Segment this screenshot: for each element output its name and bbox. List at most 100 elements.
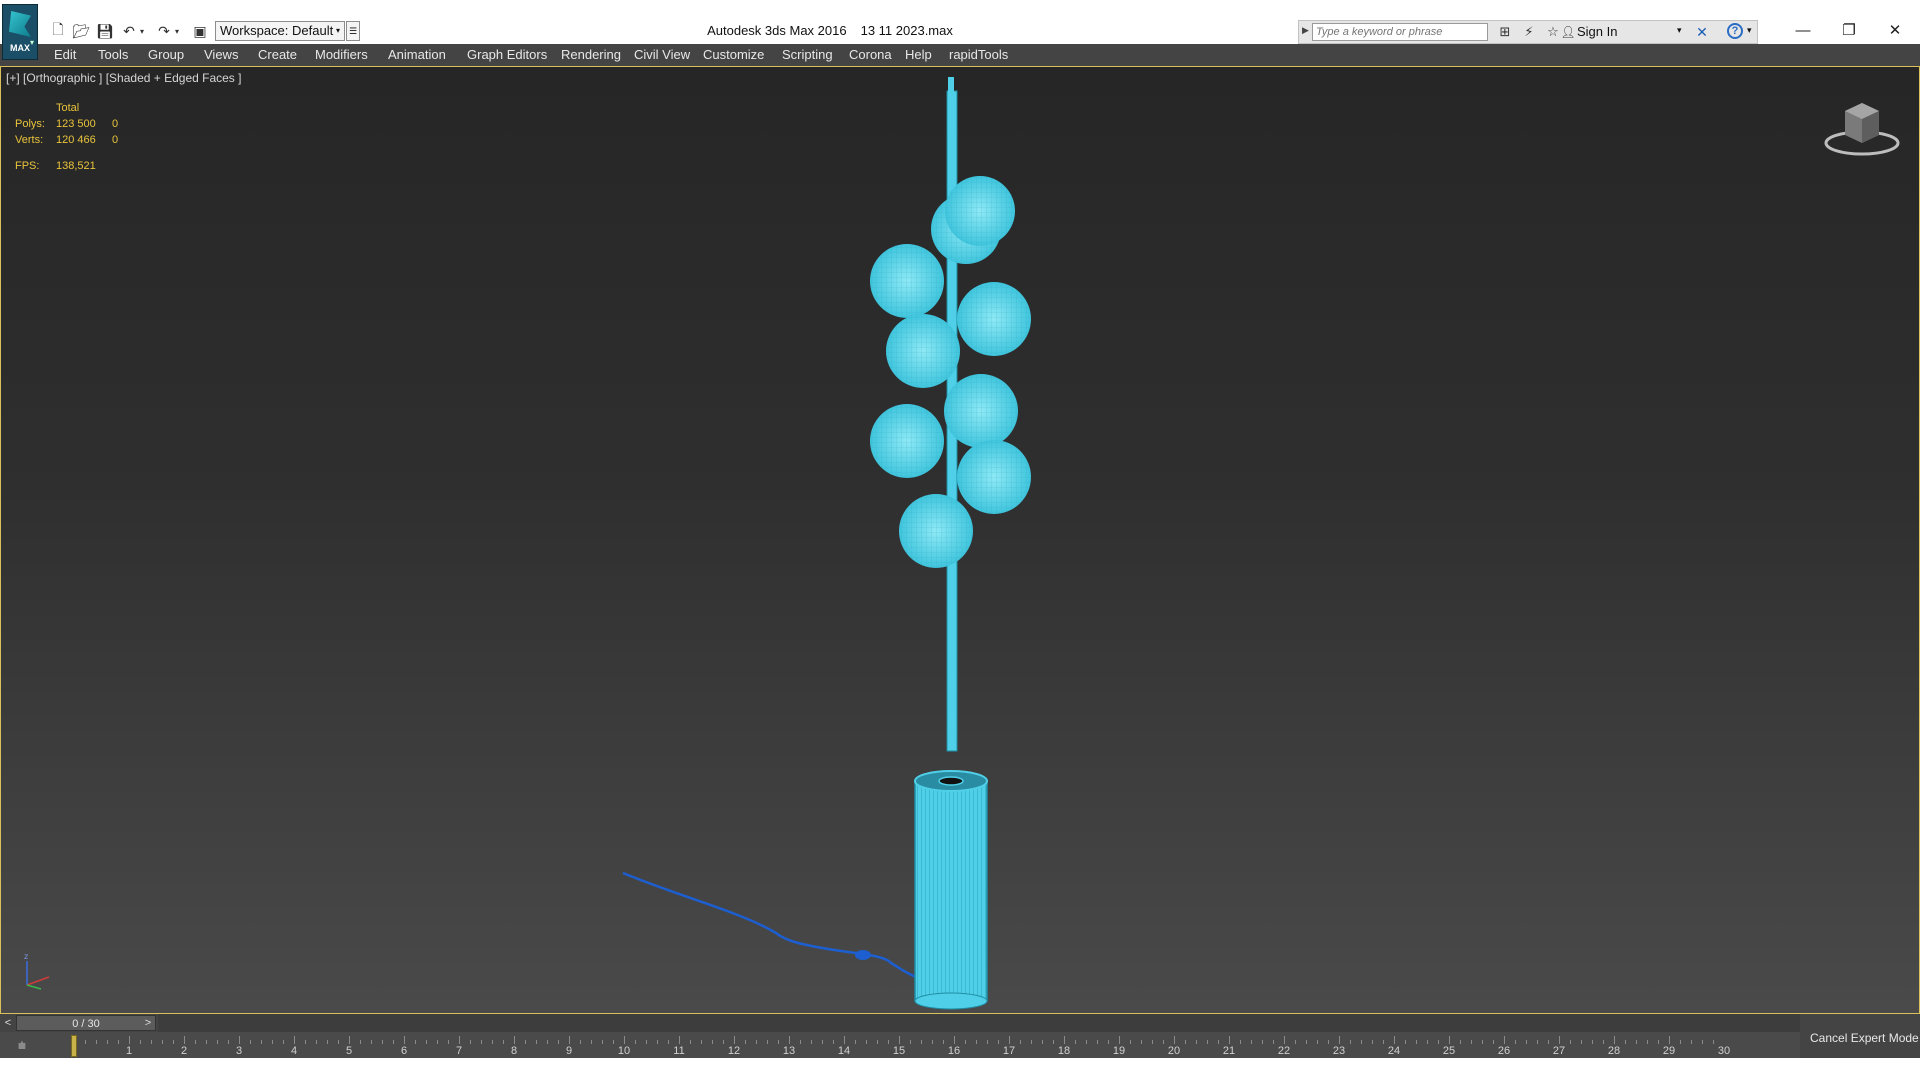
globe <box>899 494 973 568</box>
time-slider-track[interactable] <box>158 1014 1800 1032</box>
frame-tick <box>1680 1040 1681 1044</box>
frame-tick <box>1152 1040 1153 1044</box>
menu-edit[interactable]: Edit <box>54 47 76 62</box>
frame-tick <box>437 1040 438 1044</box>
frame-tick <box>1658 1040 1659 1044</box>
frame-tick <box>1130 1040 1131 1044</box>
frame-tick <box>129 1036 130 1044</box>
frame-tick <box>1042 1040 1043 1044</box>
frame-tick <box>1691 1040 1692 1044</box>
frame-tick <box>998 1040 999 1044</box>
frame-tick <box>756 1040 757 1044</box>
frame-tick <box>1020 1040 1021 1044</box>
close-button[interactable]: ✕ <box>1880 20 1910 42</box>
sign-in-button[interactable]: Sign In <box>1577 24 1617 39</box>
frame-tick-label: 8 <box>510 1045 518 1057</box>
frame-tick <box>1427 1040 1428 1044</box>
frame-tick <box>591 1040 592 1044</box>
bottom-strip <box>0 1058 1920 1080</box>
frame-tick <box>811 1040 812 1044</box>
frame-tick <box>668 1040 669 1044</box>
chevron-down-icon[interactable]: ▾ <box>1677 25 1682 36</box>
search-input[interactable] <box>1312 23 1488 41</box>
mini-curve-editor-button[interactable]: ⩧ <box>8 1035 36 1055</box>
next-frame-button[interactable]: > <box>142 1015 154 1031</box>
current-frame-marker[interactable] <box>71 1035 77 1057</box>
menu-views[interactable]: Views <box>204 47 238 62</box>
time-slider-thumb[interactable]: 0 / 30 <box>16 1015 156 1031</box>
menu-animation[interactable]: Animation <box>388 47 446 62</box>
frame-tick <box>723 1040 724 1044</box>
menu-rapidtools[interactable]: rapidTools <box>949 47 1008 62</box>
perspective-viewport[interactable]: [+] [Orthographic ] [Shaded + Edged Face… <box>0 66 1920 1014</box>
communication-center-button[interactable]: ⚡ <box>1519 22 1539 42</box>
frame-tick <box>1174 1036 1175 1044</box>
window-title-app: Autodesk 3ds Max 2016 <box>707 23 847 38</box>
frame-tick <box>1053 1040 1054 1044</box>
frame-tick <box>866 1040 867 1044</box>
frame-tick-label: 25 <box>1442 1045 1456 1057</box>
track-bar[interactable]: ⩧ 01234567891011121314151617181920212223… <box>0 1032 1800 1058</box>
frame-tick <box>1713 1040 1714 1044</box>
menu-bar: Edit Tools Group Views Create Modifiers … <box>0 44 1920 66</box>
frame-tick-label: 23 <box>1332 1045 1346 1057</box>
minimize-icon: — <box>1795 22 1811 39</box>
viewcube-icon[interactable] <box>1823 97 1901 157</box>
globe <box>957 282 1031 356</box>
frame-tick <box>294 1036 295 1044</box>
frame-tick <box>1284 1036 1285 1044</box>
menu-civil-view[interactable]: Civil View <box>634 47 690 62</box>
frame-tick <box>569 1036 570 1044</box>
frame-tick <box>1559 1036 1560 1044</box>
frame-tick <box>525 1040 526 1044</box>
menu-tools[interactable]: Tools <box>98 47 128 62</box>
minimize-button[interactable]: — <box>1788 20 1818 42</box>
frame-tick <box>899 1036 900 1044</box>
menu-graph-editors[interactable]: Graph Editors <box>467 47 547 62</box>
frame-tick <box>580 1040 581 1044</box>
restore-button[interactable]: ❐ <box>1834 20 1864 42</box>
frame-tick <box>613 1040 614 1044</box>
frame-tick <box>1592 1040 1593 1044</box>
frame-tick <box>327 1040 328 1044</box>
frame-ruler[interactable]: 0123456789101112131415161718192021222324… <box>64 1032 1750 1058</box>
frame-tick <box>250 1040 251 1044</box>
frame-tick <box>382 1040 383 1044</box>
frame-tick <box>1306 1040 1307 1044</box>
frame-tick <box>1625 1040 1626 1044</box>
frame-tick <box>118 1040 119 1044</box>
chevron-down-icon[interactable]: ▾ <box>1747 25 1752 36</box>
previous-frame-button[interactable]: < <box>2 1015 14 1031</box>
menu-group[interactable]: Group <box>148 47 184 62</box>
menu-scripting[interactable]: Scripting <box>782 47 833 62</box>
cancel-expert-mode-button[interactable]: Cancel Expert Mode <box>1810 1031 1919 1045</box>
scene-floor-lamp[interactable] <box>1 67 1919 1013</box>
frame-tick <box>910 1040 911 1044</box>
frame-tick <box>624 1036 625 1044</box>
frame-tick <box>965 1040 966 1044</box>
menu-create[interactable]: Create <box>258 47 297 62</box>
frame-tick <box>107 1040 108 1044</box>
time-slider[interactable]: < 0 / 30 > <box>0 1014 1800 1032</box>
menu-rendering[interactable]: Rendering <box>561 47 621 62</box>
help-icon[interactable]: ? <box>1727 23 1743 39</box>
frame-tick <box>679 1036 680 1044</box>
frame-tick <box>932 1040 933 1044</box>
frame-tick <box>272 1040 273 1044</box>
frame-tick <box>1328 1040 1329 1044</box>
frame-tick <box>261 1040 262 1044</box>
search-binoculars-button[interactable]: ⊞ <box>1495 22 1515 42</box>
frame-tick-label: 19 <box>1112 1045 1126 1057</box>
frame-tick <box>1273 1040 1274 1044</box>
frame-tick <box>1416 1040 1417 1044</box>
frame-tick <box>1647 1040 1648 1044</box>
menu-modifiers[interactable]: Modifiers <box>315 47 368 62</box>
globe <box>870 404 944 478</box>
menu-help[interactable]: Help <box>905 47 932 62</box>
menu-corona[interactable]: Corona <box>849 47 892 62</box>
frame-tick <box>217 1040 218 1044</box>
application-menu-button[interactable]: ▾ MAX <box>2 4 38 60</box>
menu-customize[interactable]: Customize <box>703 47 764 62</box>
expand-arrow-icon[interactable]: ▶ <box>1302 25 1309 36</box>
exchange-apps-icon[interactable]: ✕ <box>1693 23 1711 41</box>
